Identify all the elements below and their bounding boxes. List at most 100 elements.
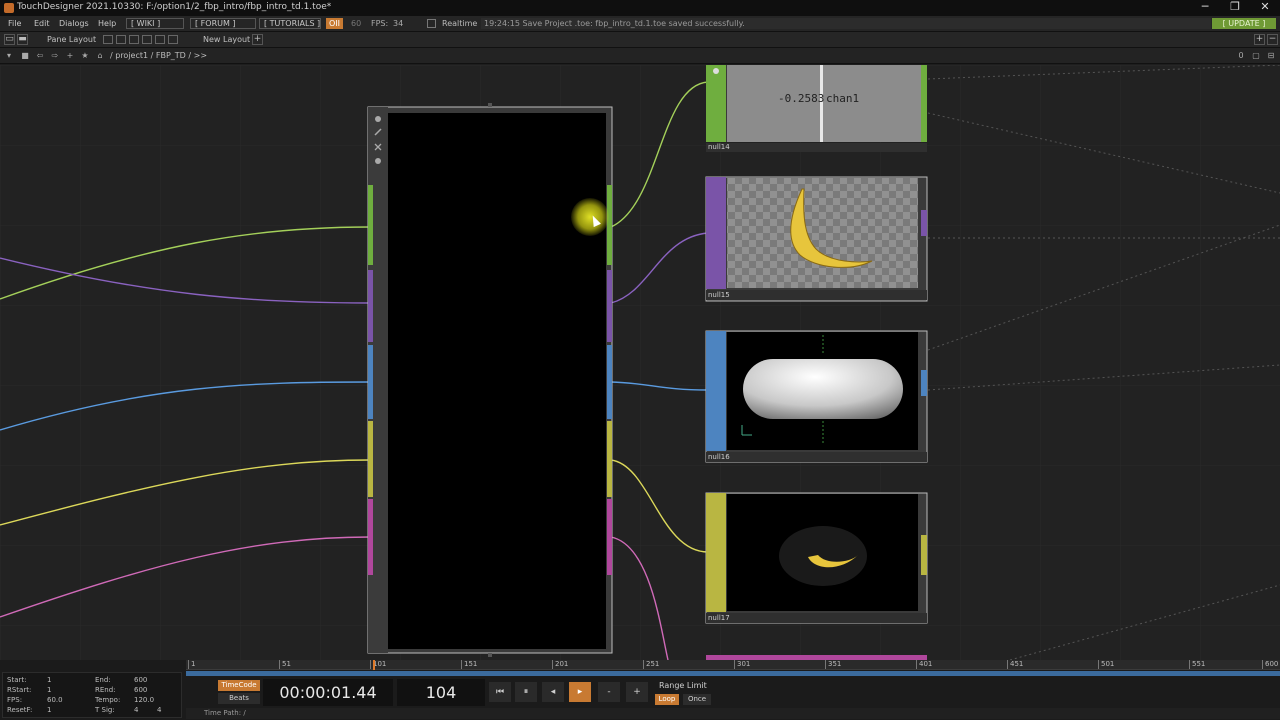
status-message: 19:24:15 Save Project .toe: fbp_intro_td… [481,18,1211,29]
realtime-checkbox[interactable] [427,19,436,28]
null14-label[interactable]: null14 [708,143,730,151]
ruler-tick: 351 [825,660,841,669]
menu-edit[interactable]: Edit [34,19,50,28]
rstart-label: RStart: [7,686,32,694]
timecode-display[interactable]: 00:00:01.44 [263,679,393,706]
ruler-tick: 251 [643,660,659,669]
tempo-label: Tempo: [95,696,121,704]
step-plus-button[interactable]: + [626,682,648,702]
null14-node[interactable] [706,65,927,152]
start-label: Start: [7,676,27,684]
network-wires [0,65,1280,660]
layout-grid-icon[interactable] [168,35,178,44]
step-minus-button[interactable]: - [598,682,620,702]
menu-bar: File Edit Dialogs Help [ WIKI ] [ FORUM … [0,16,1280,32]
ruler-tick: 451 [1007,660,1023,669]
menu-help[interactable]: Help [98,19,116,28]
range-bar[interactable] [186,671,1280,676]
fps-value: 34 [393,19,404,28]
window-title: TouchDesigner 2021.10330: F:/option1/2_f… [17,2,332,12]
pane-split-icon[interactable]: ▬ [17,34,28,45]
time-settings: Start: 1 End: 600 RStart: 1 REnd: 600 FP… [2,672,182,718]
chevron-down-icon[interactable]: ▾ [4,51,14,61]
null14-channel: chan1 [826,92,860,105]
path-bar: ▾ ■ ⇦ ⇨ + ★ ⌂ / project1 / FBP_TD / >> 0… [0,48,1280,64]
null14-viewer-icon [713,68,719,74]
ruler-tick: 301 [734,660,750,669]
layout-split-icon[interactable] [116,35,126,44]
pane-layout-label: Pane Layout [47,35,97,44]
realtime-label: Realtime [442,19,478,28]
null15-label[interactable]: null15 [708,291,730,299]
tutorials-link[interactable]: [ TUTORIALS ] [259,18,321,29]
ruler-tick: 51 [279,660,291,669]
restore-button[interactable]: ❐ [1220,0,1250,16]
layout-quad-icon[interactable] [129,35,139,44]
forum-link[interactable]: [ FORUM ] [190,18,256,29]
start-value[interactable]: 1 [47,676,51,684]
rewind-button[interactable]: ⏮ [489,682,511,702]
rend-value[interactable]: 600 [134,686,147,694]
stop-icon[interactable]: ■ [20,51,30,61]
home-icon[interactable]: ⌂ [95,51,105,61]
playhead[interactable] [373,660,375,670]
layout-row-icon[interactable] [142,35,152,44]
layout-col-icon[interactable] [155,35,165,44]
star-icon[interactable]: ★ [80,51,90,61]
loop-button[interactable]: Loop [655,694,679,705]
breadcrumb[interactable]: / project1 / FBP_TD / >> [110,51,207,60]
menu-file[interactable]: File [8,19,21,28]
timecode-toggle[interactable]: TimeCode [218,680,260,691]
minimize-button[interactable]: ─ [1190,0,1220,16]
resetf-value[interactable]: 1 [47,706,51,714]
end-label: End: [95,676,111,684]
pause-button[interactable]: ⏸ [515,682,537,702]
tsig-label: T Sig: [95,706,115,714]
select-node[interactable] [367,103,613,657]
maximize-icon[interactable]: ▢ [1251,51,1261,61]
ruler-tick: 501 [1098,660,1114,669]
viewer-flag-icon [375,116,381,122]
layout-single-icon[interactable] [103,35,113,44]
title-bar: TouchDesigner 2021.10330: F:/option1/2_f… [0,0,1280,16]
menu-dialogs[interactable]: Dialogs [59,19,89,28]
pane-bar: ▭ ▬ Pane Layout New Layout + + − [0,32,1280,48]
pane-remove-icon[interactable]: − [1267,34,1278,45]
oii-toggle[interactable]: OII [326,18,344,29]
wiki-link[interactable]: [ WIKI ] [126,18,184,29]
null16-label[interactable]: null16 [708,453,730,461]
null16-node[interactable] [705,330,928,463]
back-icon[interactable]: ⇦ [35,51,45,61]
range-limit-label: Range Limit [659,681,707,690]
once-button[interactable]: Once [683,694,711,705]
ruler-tick: 551 [1189,660,1205,669]
frame-display[interactable]: 104 [397,679,485,706]
fps-setting-value[interactable]: 60.0 [47,696,63,704]
add-icon[interactable]: + [65,51,75,61]
play-button[interactable]: ▸ [569,682,591,702]
null17-label[interactable]: null17 [708,614,730,622]
add-layout-button[interactable]: + [252,34,263,45]
network-editor[interactable]: -0.2583 chan1 null14 null15 null16 null1… [0,65,1280,660]
pane-menu-icon[interactable]: ⊟ [1266,51,1276,61]
fps-label: FPS: [371,19,389,28]
rstart-value[interactable]: 1 [47,686,51,694]
timeline-ruler[interactable]: 1 51 101 151 201 251 301 351 401 451 501… [186,660,1280,670]
time-path: Time Path: / [186,708,1280,719]
ruler-tick: 1 [188,660,195,669]
update-button[interactable]: [ UPDATE ] [1212,18,1276,29]
forward-icon[interactable]: ⇨ [50,51,60,61]
step-back-button[interactable]: ◂ [542,682,564,702]
new-layout-label: New Layout [203,35,251,44]
close-button[interactable]: ✕ [1250,0,1280,16]
zero-indicator: 0 [1238,51,1244,60]
end-value[interactable]: 600 [134,676,147,684]
tempo-value[interactable]: 120.0 [134,696,154,704]
tsig-value-b[interactable]: 4 [157,706,161,714]
tsig-value-a[interactable]: 4 [134,706,138,714]
null15-node[interactable] [705,176,928,302]
beats-toggle[interactable]: Beats [218,693,260,704]
pane-add-icon[interactable]: + [1254,34,1265,45]
null17-node[interactable] [705,492,928,624]
pane-icon[interactable]: ▭ [4,34,15,45]
